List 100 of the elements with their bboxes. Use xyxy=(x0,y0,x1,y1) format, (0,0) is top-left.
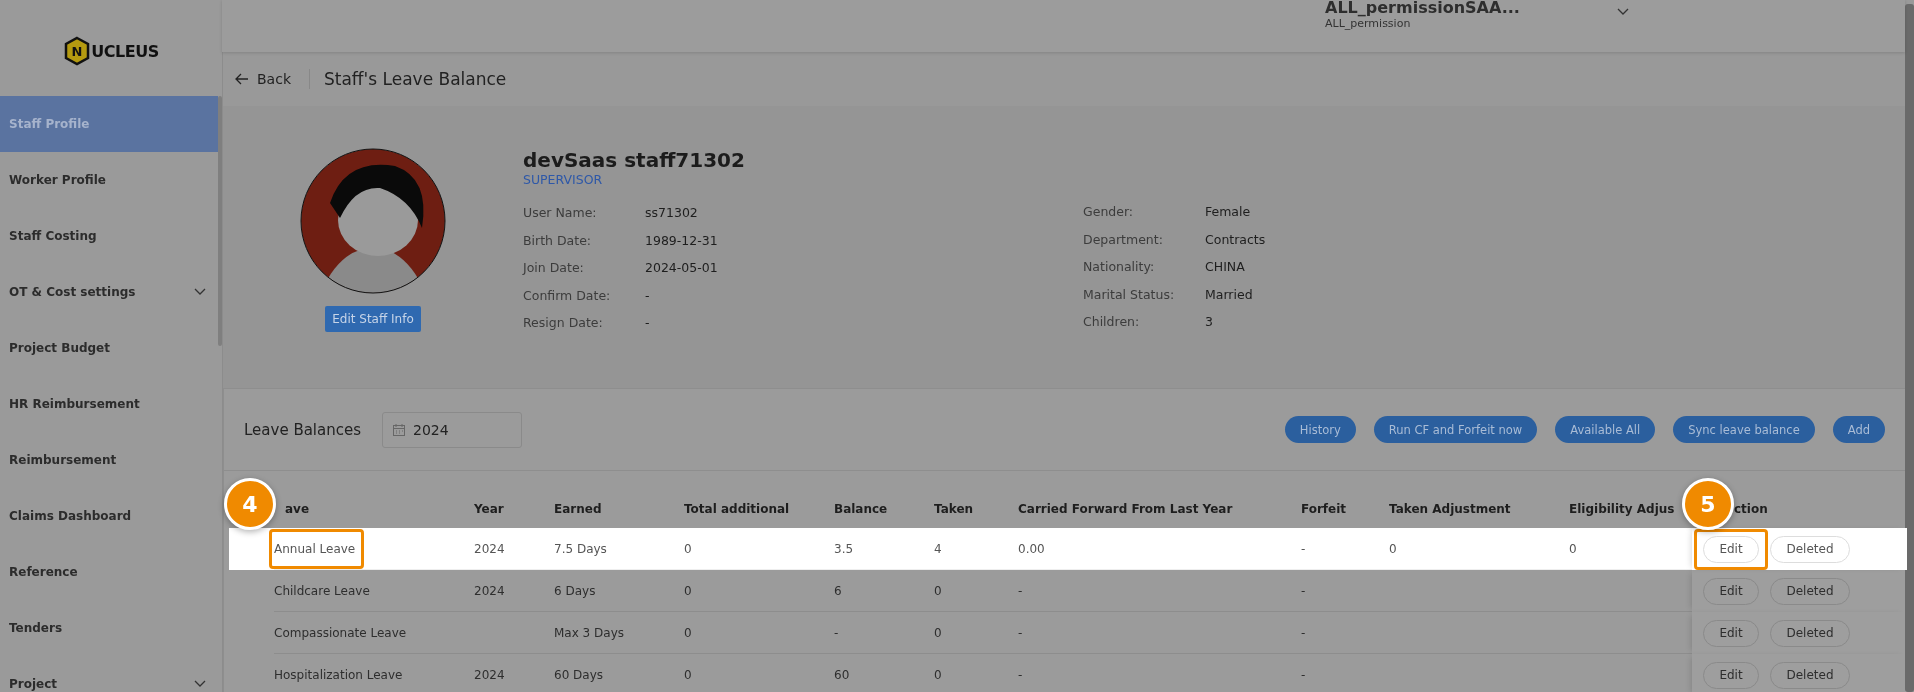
edit-button[interactable]: Edit xyxy=(1703,619,1759,647)
sidebar-item[interactable]: Reference xyxy=(0,544,218,600)
field-value: ss71302 xyxy=(645,205,699,222)
logo-badge: N xyxy=(63,35,92,67)
field-value: 2024-05-01 xyxy=(645,260,719,277)
field-label: Resign Date: xyxy=(523,315,604,332)
table-cell: 60 Days xyxy=(554,667,604,682)
table-cell: 0 xyxy=(1569,541,1577,556)
action-button[interactable]: Run CF and Forfeit now xyxy=(1373,416,1538,443)
column-header: Taken xyxy=(934,502,974,516)
field-value: CHINA xyxy=(1205,259,1246,276)
field-value: Contracts xyxy=(1205,231,1266,249)
sidebar-item[interactable]: HR Reimbursement xyxy=(0,376,218,432)
table-cell: 4 xyxy=(934,541,942,556)
column-header: Forfeit xyxy=(1301,502,1347,516)
sidebar-item[interactable]: Project Budget xyxy=(0,320,218,376)
table-cell: 3.5 xyxy=(834,541,854,556)
table-cell: 6 Days xyxy=(554,583,596,598)
edit-staff-info-button[interactable]: Edit Staff Info xyxy=(325,306,421,332)
column-header: ave xyxy=(285,502,310,516)
column-header: Eligibility Adjus xyxy=(1569,502,1675,516)
table-cell: 0 xyxy=(684,541,692,556)
table-cell: 2024 xyxy=(474,667,505,682)
field-value: Female xyxy=(1205,204,1252,221)
field-label: Nationality: xyxy=(1083,259,1156,276)
column-header: Total additional xyxy=(684,502,790,516)
table-cell: - xyxy=(1301,625,1306,640)
table-cell: - xyxy=(1301,667,1306,682)
field-label: User Name: xyxy=(523,205,598,222)
edit-button[interactable]: Edit xyxy=(1703,577,1759,605)
table-cell: - xyxy=(1018,625,1023,640)
chevron-down-icon[interactable] xyxy=(1617,8,1629,16)
user-name: ALL_permissionSAA... xyxy=(1325,0,1521,17)
section-title: Leave Balances xyxy=(244,420,362,439)
table-cell: 0.00 xyxy=(1018,541,1045,556)
delete-button[interactable]: Deleted xyxy=(1770,619,1850,647)
staff-position: SUPERVISOR xyxy=(523,172,604,187)
table-cell: 0 xyxy=(934,625,942,640)
leave-name: Hospitalization Leave xyxy=(273,666,404,684)
column-header: Earned xyxy=(554,502,602,516)
table-cell: - xyxy=(1301,583,1306,598)
field-label: Confirm Date: xyxy=(523,287,612,305)
field-value: - xyxy=(645,315,651,332)
scrollbar[interactable] xyxy=(1905,4,1914,692)
staff-name: devSaas staff71302 xyxy=(523,148,746,172)
calendar-icon xyxy=(393,423,406,436)
table-cell: 2024 xyxy=(474,541,505,556)
table-cell: - xyxy=(834,625,839,640)
edit-button[interactable]: Edit xyxy=(1703,661,1759,689)
field-value: 3 xyxy=(1205,314,1214,331)
sidebar-item[interactable]: Claims Dashboard xyxy=(0,488,218,544)
action-button[interactable]: Sync leave balance xyxy=(1673,416,1815,443)
table-cell: - xyxy=(1301,541,1306,556)
field-label: Department: xyxy=(1083,231,1164,249)
arrow-left-icon xyxy=(235,73,249,85)
sidebar-item[interactable]: Worker Profile xyxy=(0,152,218,208)
field-label: Join Date: xyxy=(523,260,585,277)
table-cell: 0 xyxy=(1389,541,1397,556)
table-cell: 0 xyxy=(934,583,942,598)
back-link[interactable]: Back xyxy=(235,69,310,89)
table-cell: - xyxy=(1018,583,1023,598)
action-button[interactable]: Add xyxy=(1832,416,1885,443)
column-header: Balance xyxy=(834,502,888,516)
action-button[interactable]: Available All xyxy=(1555,416,1656,443)
field-label: Marital Status: xyxy=(1083,286,1176,304)
page-title: Staff's Leave Balance xyxy=(324,69,507,89)
sidebar-item[interactable]: Staff Costing xyxy=(0,208,218,264)
sidebar-item[interactable]: Reimbursement xyxy=(0,432,218,488)
field-value: 1989-12-31 xyxy=(645,232,719,250)
table-cell: 2024 xyxy=(474,583,505,598)
action-button[interactable]: History xyxy=(1284,416,1356,443)
leave-name: Compassionate Leave xyxy=(273,624,408,642)
sidebar-item[interactable]: Project xyxy=(0,656,218,692)
user-role: ALL_permission xyxy=(1325,17,1412,30)
delete-button[interactable]: Deleted xyxy=(1770,577,1850,605)
column-header: Year xyxy=(474,502,504,516)
table-cell: 0 xyxy=(684,667,692,682)
field-label: Birth Date: xyxy=(523,232,593,250)
field-label: Gender: xyxy=(1083,204,1135,221)
leave-name: Childcare Leave xyxy=(273,582,371,600)
delete-button[interactable]: Deleted xyxy=(1770,661,1850,689)
sidebar-item[interactable]: OT & Cost settings xyxy=(0,264,218,320)
table-cell: 6 xyxy=(834,583,842,598)
table-cell: - xyxy=(1018,667,1023,682)
column-header: ction xyxy=(1734,502,1768,516)
field-label: Children: xyxy=(1083,314,1141,331)
field-value: - xyxy=(645,287,651,305)
delete-button[interactable]: Deleted xyxy=(1770,535,1850,563)
table-cell: 60 xyxy=(834,667,850,682)
table-cell: 0 xyxy=(934,667,942,682)
table-cell: Max 3 Days xyxy=(554,625,625,640)
table-cell: 0 xyxy=(684,625,692,640)
table-cell: 7.5 Days xyxy=(554,541,607,556)
table-cell: 0 xyxy=(684,583,692,598)
column-header: Carried Forward From Last Year xyxy=(1018,502,1233,516)
edit-button[interactable]: Edit xyxy=(1703,535,1759,563)
step-badge: 5 xyxy=(1682,478,1734,530)
field-value: Married xyxy=(1205,286,1254,304)
sidebar-item[interactable]: Tenders xyxy=(0,600,218,656)
year-picker[interactable]: 2024 xyxy=(382,411,523,448)
